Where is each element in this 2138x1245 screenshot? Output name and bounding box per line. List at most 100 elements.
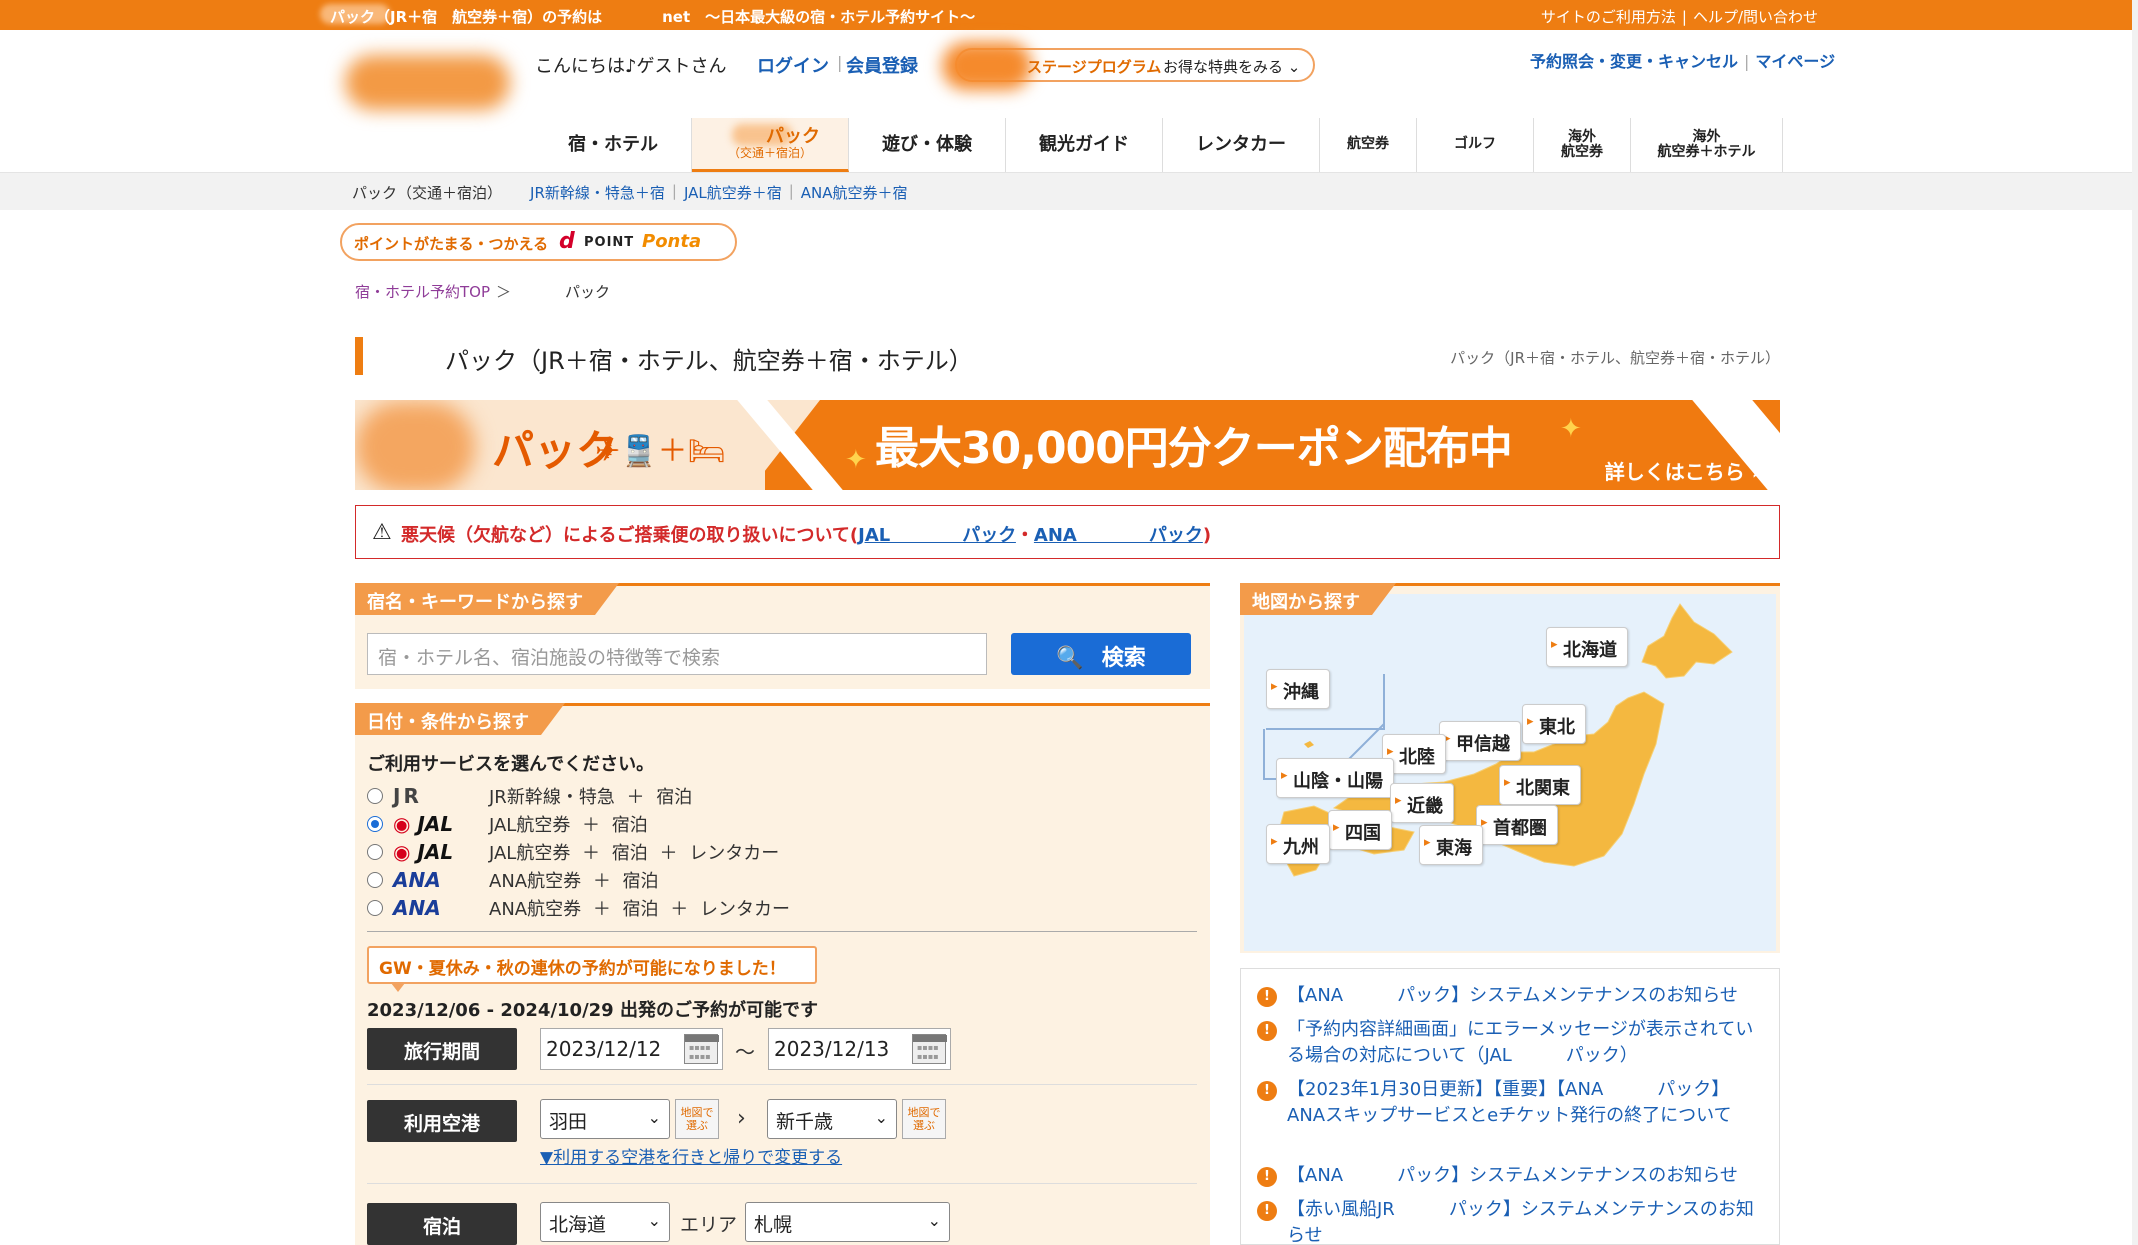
radio-button[interactable] xyxy=(367,788,383,804)
site-logo[interactable] xyxy=(345,55,510,110)
login-link[interactable]: ログイン xyxy=(757,52,829,78)
ana-logo: ANA xyxy=(393,896,441,920)
banner-blurred-logo xyxy=(355,402,475,490)
nav-activities[interactable]: 遊び・体験 xyxy=(849,118,1006,172)
region-okinawa[interactable]: 沖縄 xyxy=(1266,669,1330,709)
greeting-text: こんにちは♪ゲストさん xyxy=(535,56,727,77)
nav-guide[interactable]: 観光ガイド xyxy=(1006,118,1163,172)
region-kitakanto[interactable]: 北関東 xyxy=(1499,765,1581,805)
area-select[interactable]: 札幌 ⌄ xyxy=(745,1202,950,1242)
departure-date-field[interactable]: 2023/12/12 xyxy=(540,1028,723,1070)
radio-button[interactable] xyxy=(367,844,383,860)
alert-text: 悪天候（欠航など）によるご搭乗便の取り扱いについて( xyxy=(401,525,859,546)
coupon-banner[interactable]: パック ✈🚆＋🛏 ✦ 最大30,000円分クーポン配布中 ✦ 詳しくはこちら › xyxy=(355,400,1780,490)
radio-button[interactable] xyxy=(367,900,383,916)
nav-rentacar[interactable]: レンタカー xyxy=(1163,118,1320,172)
region-sanin-sanyo[interactable]: 山陰・山陽 xyxy=(1276,758,1394,798)
period-label: 旅行期間 xyxy=(367,1028,517,1070)
jal-logo: ◉ JAL xyxy=(393,840,454,864)
breadcrumb: 宿・ホテル予約TOP ＞パック xyxy=(355,283,611,301)
news-item[interactable]: ! 【赤い風船JR パック】システムメンテナンスのお知らせ xyxy=(1257,1197,1767,1244)
points-banner[interactable]: ポイントがたまる・つかえる d POINT Ponta xyxy=(340,223,737,261)
news-item[interactable]: ! 【ANA パック】システムメンテナンスのお知らせ xyxy=(1257,1163,1767,1189)
region-koshinetsu[interactable]: 甲信越 xyxy=(1439,721,1521,761)
conditions-tab: 日付・条件から探す xyxy=(355,703,565,735)
usage-link[interactable]: サイトのご利用方法 xyxy=(1541,8,1676,26)
keyword-input[interactable]: 宿・ホテル名、宿泊施設の特徴等で検索 xyxy=(367,633,987,675)
prefecture-select[interactable]: 北海道 ⌄ xyxy=(540,1202,670,1242)
alert-jal-link[interactable]: JAL パック xyxy=(858,525,1016,546)
jal-crane-icon: ◉ xyxy=(393,840,411,864)
nav-flights[interactable]: 航空券 xyxy=(1320,118,1417,172)
return-date-field[interactable]: 2023/12/13 xyxy=(768,1028,951,1070)
divider xyxy=(367,931,1197,932)
account-links: 予約照会・変更・キャンセル | マイページ xyxy=(1530,52,1836,71)
nav-hotel[interactable]: 宿・ホテル xyxy=(535,118,692,172)
help-link[interactable]: ヘルプ/問い合わせ xyxy=(1693,8,1818,26)
region-hokkaido[interactable]: 北海道 xyxy=(1546,627,1628,667)
service-option-jr[interactable]: JR JR新幹線・特急 ＋ 宿泊 xyxy=(367,782,790,810)
page-title: パック（JR＋宿・ホテル、航空券＋宿・ホテル） xyxy=(445,347,973,375)
news-item[interactable]: ! 「予約内容詳細画面」にエラーメッセージが表示されている場合の対応について（JA… xyxy=(1257,1017,1767,1069)
radio-button-selected[interactable] xyxy=(367,816,383,832)
airport-label: 利用空港 xyxy=(367,1100,517,1142)
arrival-airport-select[interactable]: 新千歳 ⌄ xyxy=(767,1099,897,1139)
region-shutoken[interactable]: 首都圏 xyxy=(1476,805,1558,845)
calendar-icon[interactable] xyxy=(684,1034,719,1064)
news-item[interactable]: ! 【ANA パック】システムメンテナンスのお知らせ xyxy=(1257,983,1767,1009)
subnav-jr[interactable]: JR新幹線・特急＋宿 xyxy=(530,182,665,203)
area-label: エリア xyxy=(680,1214,738,1236)
reservation-manage-link[interactable]: 予約照会・変更・キャンセル xyxy=(1530,52,1738,71)
dpoint-label: POINT xyxy=(584,235,635,250)
chevron-down-icon: ⌄ xyxy=(647,1211,661,1230)
region-shikoku[interactable]: 四国 xyxy=(1328,810,1392,850)
region-tohoku[interactable]: 東北 xyxy=(1522,704,1586,744)
radio-button[interactable] xyxy=(367,872,383,888)
subnav-current: パック（交通＋宿泊） xyxy=(352,184,503,202)
nav-pack-label: パック xyxy=(766,126,820,147)
main-nav: 宿・ホテル パック （交通＋宿泊） 遊び・体験 観光ガイド レンタカー 航空券 … xyxy=(535,118,1783,172)
departure-airport-select[interactable]: 羽田 ⌄ xyxy=(540,1099,670,1139)
dpoint-icon: d xyxy=(559,229,575,254)
nav-overseas-flights[interactable]: 海外 航空券 xyxy=(1534,118,1631,172)
service-option-jal[interactable]: ◉ JAL JAL航空券 ＋ 宿泊 xyxy=(367,810,790,838)
subnav-ana[interactable]: ANA航空券＋宿 xyxy=(801,182,908,203)
search-button[interactable]: 🔍 検索 xyxy=(1011,633,1191,675)
exclamation-icon: ! xyxy=(1257,1021,1277,1041)
nav-pack[interactable]: パック （交通＋宿泊） xyxy=(692,118,849,172)
stage-program-button[interactable]: ステージプログラム お得な特典をみる ⌄ xyxy=(942,42,1315,90)
keyword-tab: 宿名・キーワードから探す xyxy=(355,583,619,615)
register-link[interactable]: 会員登録 xyxy=(846,52,918,78)
page-subtitle: パック（JR＋宿・ホテル、航空券＋宿・ホテル） xyxy=(1450,349,1780,367)
mypage-link[interactable]: マイページ xyxy=(1755,52,1835,71)
nav-golf[interactable]: ゴルフ xyxy=(1417,118,1534,172)
news-item[interactable]: ! 【2023年1月30日更新】【重要】【ANA パック】ANAスキップサービスと… xyxy=(1257,1077,1767,1129)
banner-headline: 最大30,000円分クーポン配布中 xyxy=(875,423,1513,474)
map-pick-button[interactable]: 地図で 選ぶ xyxy=(902,1099,946,1139)
banner-more-link[interactable]: 詳しくはこちら › xyxy=(1605,456,1760,485)
region-kyushu[interactable]: 九州 xyxy=(1266,824,1330,864)
service-question: ご利用サービスを選んでください。 xyxy=(367,754,655,775)
chevron-down-icon: ⌄ xyxy=(647,1108,661,1127)
service-option-jal-rentacar[interactable]: ◉ JAL JAL航空券 ＋ 宿泊 ＋ レンタカー xyxy=(367,838,790,866)
alert-ana-link[interactable]: ANA パック xyxy=(1034,525,1203,546)
breadcrumb-home[interactable]: 宿・ホテル予約TOP xyxy=(355,283,490,301)
exclamation-icon: ! xyxy=(1257,1167,1277,1187)
region-kinki[interactable]: 近畿 xyxy=(1390,783,1454,823)
region-tokai[interactable]: 東海 xyxy=(1419,825,1483,865)
calendar-icon[interactable] xyxy=(912,1034,947,1064)
nav-overseas-flight-hotel[interactable]: 海外 航空券＋ホテル xyxy=(1631,118,1783,172)
service-option-ana[interactable]: ANA ANA航空券 ＋ 宿泊 xyxy=(367,866,790,894)
site-tagline: パック（JR＋宿 航空券＋宿）の予約は net 〜日本最大級の宿・ホテル予約サイ… xyxy=(330,8,976,26)
change-airport-link[interactable]: ▼利用する空港を行きと帰りで変更する xyxy=(540,1143,842,1168)
keyword-search-panel: 宿名・キーワードから探す 宿・ホテル名、宿泊施設の特徴等で検索 🔍 検索 xyxy=(355,583,1210,689)
news-list: ! 【ANA パック】システムメンテナンスのお知らせ ! 「予約内容詳細画面」にエラ… xyxy=(1240,968,1780,1245)
subnav-jal[interactable]: JAL航空券＋宿 xyxy=(684,182,782,203)
map-search-panel: 北海道 沖縄 東北 甲信越 北陸 山陰・山陽 北関東 近畿 四国 首都圏 九州 … xyxy=(1240,583,1780,953)
service-option-ana-rentacar[interactable]: ANA ANA航空券 ＋ 宿泊 ＋ レンタカー xyxy=(367,894,790,922)
condition-search-panel: 日付・条件から探す ご利用サービスを選んでください。 JR JR新幹線・特急 ＋ … xyxy=(355,703,1210,1245)
booking-range: 2023/12/06 - 2024/10/29 出発のご予約が可能です xyxy=(367,1000,818,1021)
map-pick-button[interactable]: 地図で 選ぶ xyxy=(675,1099,719,1139)
chevron-right-icon: › xyxy=(737,1106,746,1131)
travel-icons: ✈🚆＋🛏 xyxy=(595,434,726,469)
